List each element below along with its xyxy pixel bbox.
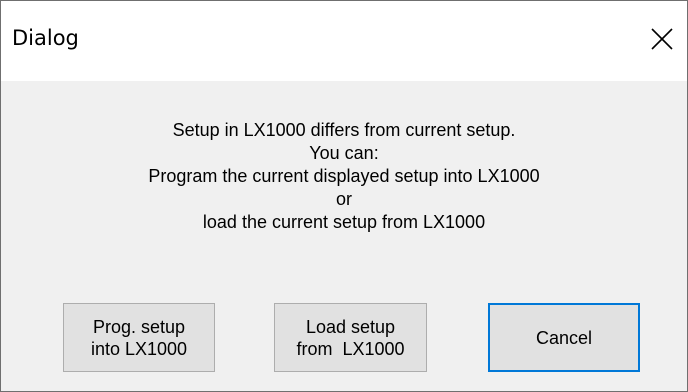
message-line: or [335, 189, 352, 209]
dialog-message: Setup in LX1000 differs from current set… [1, 119, 687, 234]
message-line: You can: [309, 143, 379, 163]
window-title: Dialog [12, 26, 79, 50]
prog-setup-label-line1: Prog. setup [92, 316, 186, 337]
load-setup-label-line1: Load setup [305, 316, 396, 337]
cancel-label: Cancel [535, 327, 593, 348]
load-setup-label-line2: from LX1000 [296, 338, 405, 359]
message-line: Program the current displayed setup into… [148, 166, 540, 186]
dialog-window: Dialog Setup in LX1000 differs from curr… [0, 0, 688, 392]
title-bar[interactable]: Dialog [1, 1, 687, 81]
prog-setup-button[interactable]: Prog. setup into LX1000 [63, 303, 215, 372]
message-line: load the current setup from LX1000 [202, 212, 486, 232]
close-x-icon [651, 28, 673, 50]
message-line: Setup in LX1000 differs from current set… [172, 120, 516, 140]
cancel-button[interactable]: Cancel [488, 303, 640, 372]
prog-setup-label-line2: into LX1000 [90, 338, 188, 359]
close-button[interactable] [641, 17, 685, 61]
load-setup-button[interactable]: Load setup from LX1000 [274, 303, 427, 372]
